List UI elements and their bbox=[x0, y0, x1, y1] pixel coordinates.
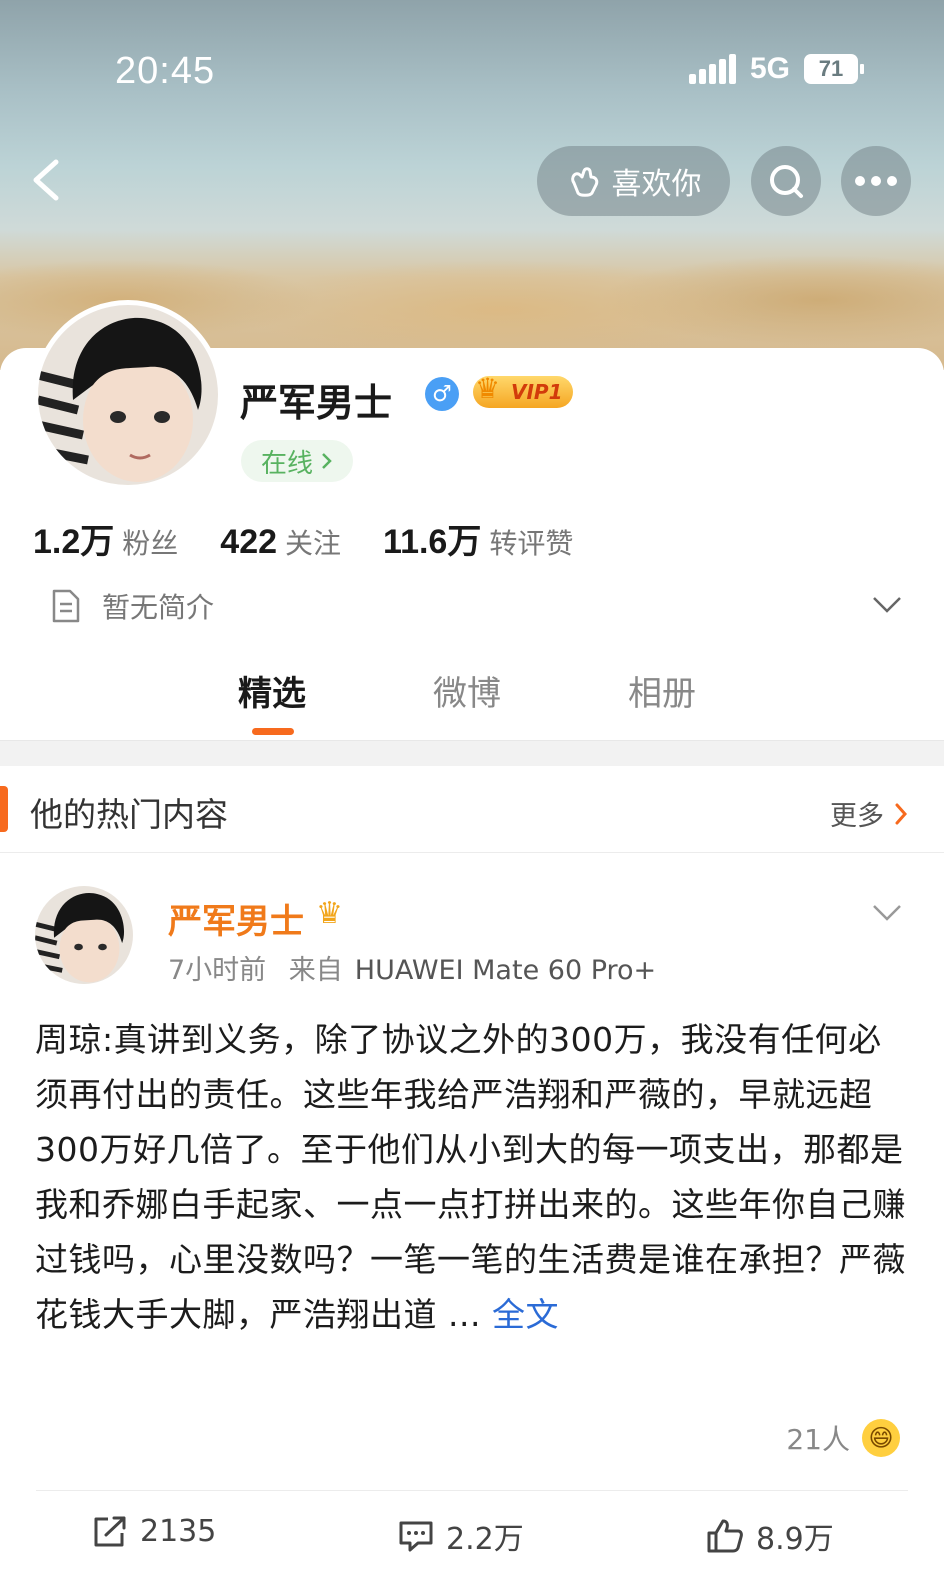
like-count: 8.9万 bbox=[756, 1522, 834, 1557]
avatar[interactable] bbox=[33, 300, 223, 490]
comment-icon bbox=[399, 1521, 433, 1552]
crown-icon: ♛ bbox=[475, 372, 501, 405]
online-status-button[interactable]: 在线 bbox=[241, 440, 354, 482]
signal-icon bbox=[688, 54, 736, 84]
back-button[interactable] bbox=[28, 158, 68, 202]
status-bar-right: 5G 71 bbox=[688, 52, 864, 86]
post-source-prefix: 来自 bbox=[288, 955, 343, 986]
search-button[interactable] bbox=[751, 146, 821, 216]
active-tab-indicator bbox=[252, 728, 294, 735]
laugh-emoji-icon: 😄 bbox=[862, 1419, 900, 1457]
vip-badge[interactable]: ♛ VIP1 bbox=[473, 372, 573, 408]
comment-button[interactable]: 2.2万 bbox=[398, 1514, 524, 1558]
stat-following[interactable]: 422 关注 bbox=[220, 522, 341, 562]
chevron-down-icon bbox=[873, 597, 901, 613]
post-device: HUAWEI Mate 60 Pro+ bbox=[354, 955, 657, 986]
profile-stats: 1.2万 粉丝 422 关注 11.6万 转评赞 bbox=[33, 514, 573, 563]
post-author-avatar[interactable] bbox=[35, 886, 133, 984]
repost-button[interactable]: 2135 bbox=[92, 1514, 216, 1549]
full-text-link[interactable]: 全文 bbox=[492, 1295, 559, 1334]
like-you-button[interactable]: 喜欢你 bbox=[537, 146, 730, 216]
repost-count: 2135 bbox=[140, 1514, 217, 1549]
network-type: 5G bbox=[749, 52, 790, 85]
document-icon bbox=[52, 589, 80, 623]
post-time: 7小时前 bbox=[168, 955, 267, 986]
stat-value: 11.6万 bbox=[383, 523, 482, 561]
stat-followers[interactable]: 1.2万 粉丝 bbox=[33, 514, 178, 563]
chevron-down-icon bbox=[873, 905, 901, 921]
post-meta: 7小时前 来自 HUAWEI Mate 60 Pro+ bbox=[168, 948, 656, 987]
online-label: 在线 bbox=[261, 448, 314, 479]
profile-name: 严军男士 bbox=[240, 381, 393, 425]
bio-text: 暂无简介 bbox=[102, 591, 215, 624]
more-options-button[interactable] bbox=[841, 146, 911, 216]
chevron-right-icon bbox=[322, 453, 332, 469]
bio-row[interactable]: 暂无简介 bbox=[50, 586, 214, 626]
post-actions: 2135 2.2万 8.9万 bbox=[0, 1500, 944, 1570]
comment-count: 2.2万 bbox=[446, 1522, 524, 1557]
expand-bio-button[interactable] bbox=[872, 596, 902, 618]
post-options-button[interactable] bbox=[872, 904, 902, 926]
profile-tabs: 精选 微博 相册 bbox=[0, 666, 944, 740]
reaction-count: 21人 bbox=[786, 1423, 850, 1456]
stat-value: 1.2万 bbox=[33, 523, 115, 561]
stat-interactions[interactable]: 11.6万 转评赞 bbox=[383, 514, 573, 563]
like-button[interactable]: 8.9万 bbox=[706, 1514, 834, 1558]
avatar-image bbox=[35, 886, 133, 984]
vip-crown-icon: ♛ bbox=[316, 896, 343, 931]
divider bbox=[36, 1490, 908, 1491]
section-title: 他的热门内容 bbox=[30, 795, 228, 834]
stat-label: 粉丝 bbox=[122, 527, 179, 560]
reaction-summary[interactable]: 21人 😄 bbox=[786, 1418, 900, 1458]
avatar-image bbox=[38, 305, 218, 485]
vip-label: VIP1 bbox=[511, 380, 563, 404]
more-dots-icon bbox=[855, 176, 897, 186]
like-you-label: 喜欢你 bbox=[611, 167, 702, 202]
heart-hand-icon bbox=[570, 167, 598, 197]
tab-album[interactable]: 相册 bbox=[628, 666, 696, 715]
section-accent-bar bbox=[0, 786, 8, 832]
stat-label: 关注 bbox=[285, 527, 342, 560]
share-icon bbox=[94, 1516, 126, 1546]
gender-male-icon: ♂ bbox=[425, 377, 459, 411]
more-label: 更多 bbox=[830, 801, 884, 832]
tab-weibo[interactable]: 微博 bbox=[433, 666, 501, 715]
hot-content-header: 他的热门内容 更多 bbox=[0, 766, 944, 853]
status-time: 20:45 bbox=[115, 50, 216, 92]
post-author-name[interactable]: 严军男士 bbox=[168, 894, 304, 943]
stat-value: 422 bbox=[220, 523, 278, 561]
battery-icon: 71 bbox=[804, 54, 864, 84]
thumbs-up-icon bbox=[707, 1519, 743, 1553]
more-button[interactable]: 更多 bbox=[830, 794, 908, 833]
post-body[interactable]: 周琼:真讲到义务，除了协议之外的300万，我没有任何必须再付出的责任。这些年我给… bbox=[35, 1012, 907, 1342]
chevron-left-icon bbox=[33, 159, 59, 201]
section-divider bbox=[0, 740, 944, 767]
chevron-right-icon bbox=[895, 803, 908, 824]
tab-featured[interactable]: 精选 bbox=[238, 666, 306, 715]
search-icon bbox=[770, 165, 803, 198]
post-text: 周琼:真讲到义务，除了协议之外的300万，我没有任何必须再付出的责任。这些年我给… bbox=[35, 1020, 906, 1334]
stat-label: 转评赞 bbox=[489, 527, 574, 560]
